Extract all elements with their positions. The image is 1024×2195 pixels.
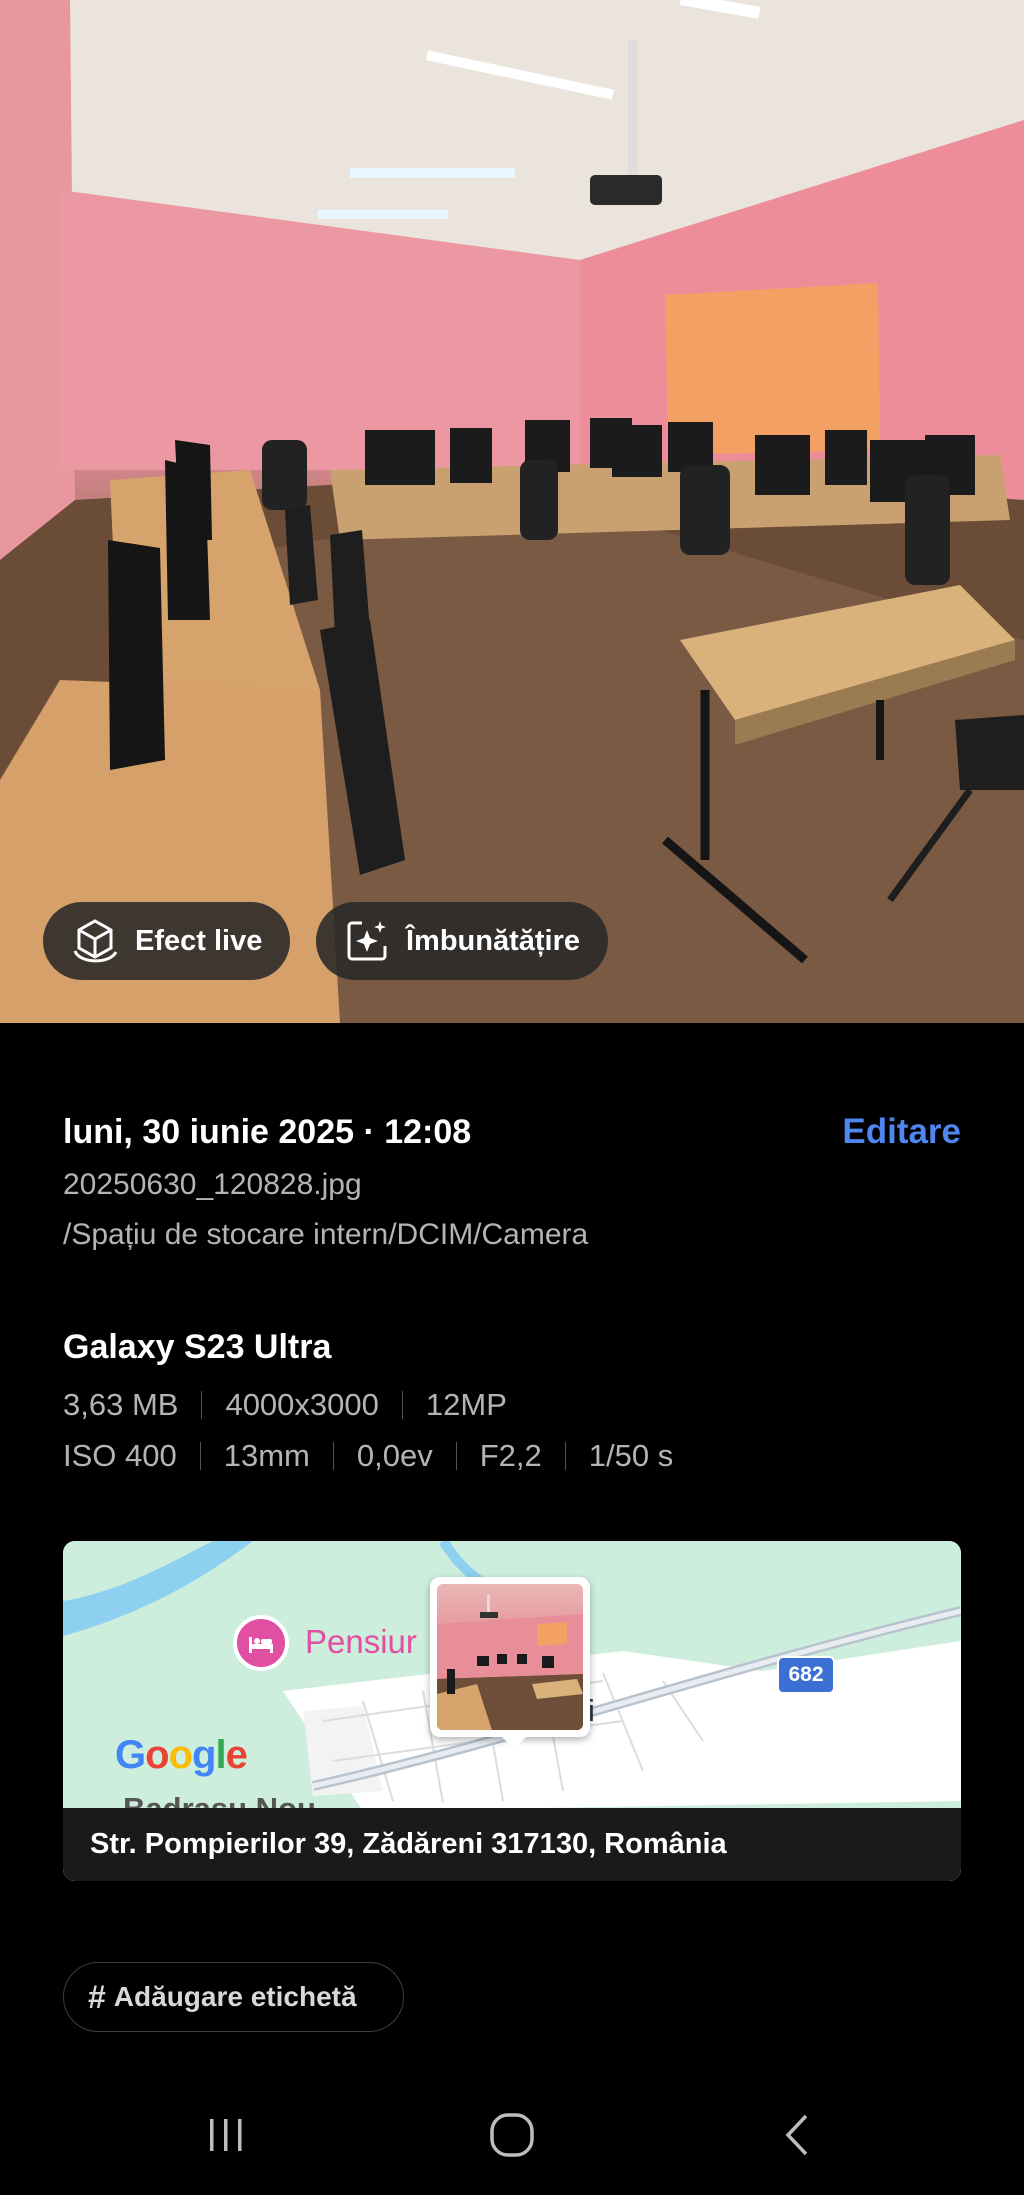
file-specs-row: 3,63 MB 4000x3000 12MP bbox=[63, 1387, 507, 1423]
live-effect-icon bbox=[73, 919, 118, 963]
system-navigation-bar bbox=[0, 2095, 1024, 2195]
road-number-badge: 682 bbox=[777, 1656, 835, 1694]
photo-location-thumbnail[interactable] bbox=[430, 1577, 590, 1749]
divider bbox=[199, 1442, 201, 1470]
classroom-photo bbox=[0, 0, 1024, 1023]
divider bbox=[401, 1391, 403, 1419]
address-bar[interactable]: Str. Pompierilor 39, Zădăreni 317130, Ro… bbox=[63, 1808, 961, 1881]
focal-length: 13mm bbox=[223, 1438, 310, 1473]
shutter-speed: 1/50 s bbox=[588, 1438, 674, 1473]
recent-apps-button[interactable] bbox=[186, 2095, 266, 2175]
date-row: luni, 30 iunie 2025 · 12:08 Editare bbox=[63, 1110, 961, 1154]
divider bbox=[332, 1442, 334, 1470]
thumbnail-pointer bbox=[502, 1737, 526, 1749]
exposure-value: 0,0ev bbox=[356, 1438, 433, 1473]
enhance-label: Îmbunătățire bbox=[406, 924, 581, 957]
aperture: F2,2 bbox=[479, 1438, 542, 1473]
capture-date: luni, 30 iunie 2025 · 12:08 bbox=[63, 1112, 472, 1151]
thumbnail-image bbox=[437, 1584, 583, 1730]
photo-viewer[interactable]: Efect live Îmbunătățire bbox=[0, 0, 1024, 1023]
location-map[interactable]: Pensiur i 682 Google Badrasu Nou Str. Po… bbox=[63, 1541, 961, 1881]
home-icon bbox=[490, 2113, 534, 2157]
recent-apps-icon bbox=[210, 2119, 242, 2151]
megapixels: 12MP bbox=[425, 1387, 507, 1422]
home-button[interactable] bbox=[472, 2095, 552, 2175]
camera-specs-row: ISO 400 13mm 0,0ev F2,2 1/50 s bbox=[63, 1438, 673, 1474]
resolution: 4000x3000 bbox=[225, 1387, 379, 1422]
divider bbox=[201, 1391, 203, 1419]
back-icon bbox=[785, 2114, 808, 2156]
iso-value: ISO 400 bbox=[63, 1438, 177, 1473]
live-effect-button[interactable]: Efect live bbox=[43, 902, 291, 980]
enhance-icon bbox=[347, 921, 387, 961]
divider bbox=[564, 1442, 566, 1470]
lodging-pin-icon[interactable] bbox=[233, 1615, 289, 1671]
google-logo: Google bbox=[115, 1733, 248, 1777]
file-size: 3,63 MB bbox=[63, 1387, 179, 1422]
add-tag-button[interactable]: # Adăugare etichetă bbox=[63, 1962, 404, 2032]
address-text: Str. Pompierilor 39, Zădăreni 317130, Ro… bbox=[90, 1828, 727, 1860]
poi-label: Pensiur bbox=[305, 1623, 417, 1660]
hashtag-icon: # bbox=[88, 1978, 106, 2015]
live-effect-label: Efect live bbox=[135, 924, 263, 957]
file-path: /Spațiu de stocare intern/DCIM/Camera bbox=[63, 1218, 589, 1251]
file-name: 20250630_120828.jpg bbox=[63, 1168, 362, 1201]
divider bbox=[455, 1442, 457, 1470]
add-tag-label: Adăugare etichetă bbox=[113, 1981, 357, 2012]
back-button[interactable] bbox=[758, 2095, 838, 2175]
edit-button[interactable]: Editare bbox=[842, 1112, 961, 1152]
device-name: Galaxy S23 Ultra bbox=[63, 1328, 332, 1366]
enhance-button[interactable]: Îmbunătățire bbox=[316, 902, 609, 980]
bed-icon bbox=[249, 1637, 273, 1653]
